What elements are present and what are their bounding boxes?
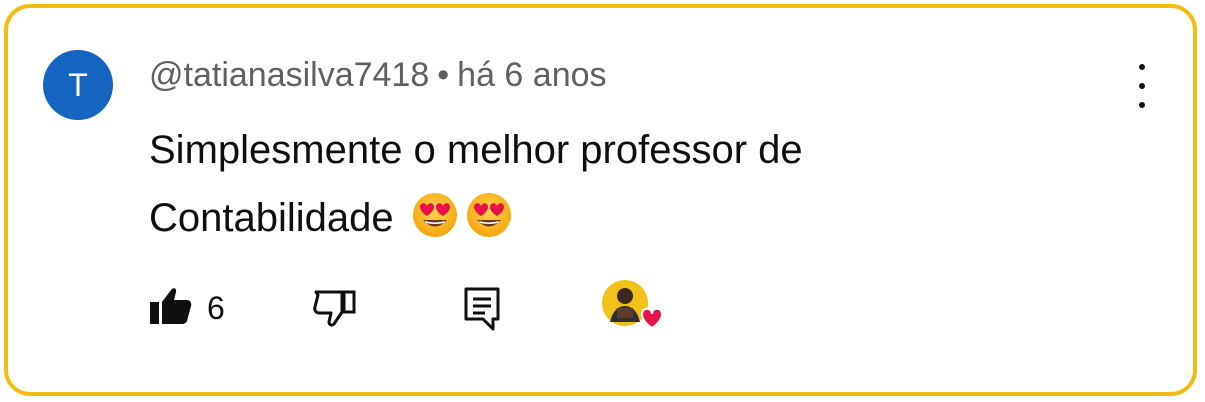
thumbs-down-icon xyxy=(312,286,358,333)
timestamp[interactable]: há 6 anos xyxy=(457,56,606,94)
reply-button[interactable] xyxy=(463,286,503,337)
heart-eyes-emoji xyxy=(465,191,513,260)
comment-actions: 6 xyxy=(8,278,1193,338)
creator-heart-badge[interactable] xyxy=(602,278,668,336)
like-count: 6 xyxy=(207,290,225,326)
dislike-button[interactable] xyxy=(312,286,358,333)
author-handle[interactable]: @tatianasilva7418 xyxy=(149,56,429,94)
more-options-icon[interactable] xyxy=(1122,64,1162,108)
comment-body: Simplesmente o melhor professor de Conta… xyxy=(149,116,1049,260)
heart-eyes-emoji xyxy=(411,191,459,260)
like-button[interactable]: 6 xyxy=(149,286,225,331)
meta-separator: • xyxy=(437,56,450,94)
thumbs-up-icon xyxy=(149,286,193,331)
avatar[interactable]: T xyxy=(43,50,113,120)
comment-meta: @tatianasilva7418 • há 6 anos xyxy=(149,56,607,95)
avatar-letter: T xyxy=(68,66,88,103)
reply-comment-icon xyxy=(463,286,503,337)
comment-card: T @tatianasilva7418 • há 6 anos Simplesmen… xyxy=(4,4,1197,396)
